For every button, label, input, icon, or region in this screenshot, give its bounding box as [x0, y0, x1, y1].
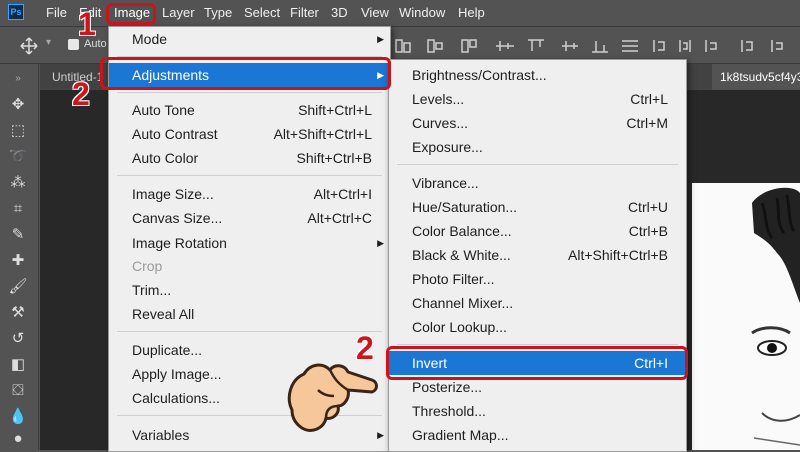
photo-canvas[interactable] [692, 183, 800, 450]
panel-collapse-icon[interactable]: » [8, 70, 28, 88]
menu-3d[interactable]: 3D [331, 5, 348, 20]
menu-item-gradient-map[interactable]: Gradient Map... [389, 423, 686, 447]
brush-tool-icon[interactable]: 🖌 [8, 278, 28, 296]
menu-item-trim[interactable]: Trim... [109, 278, 390, 302]
separator [397, 344, 678, 345]
menu-item-canvas-size[interactable]: Canvas Size... Alt+Ctrl+C [109, 206, 390, 230]
menu-item-curves[interactable]: Curves... Ctrl+M [389, 111, 686, 135]
align-icons[interactable] [392, 37, 800, 55]
menu-item-channel-mixer[interactable]: Channel Mixer... [389, 291, 686, 315]
menu-item-image-size[interactable]: Image Size... Alt+Ctrl+I [109, 182, 390, 206]
magic-wand-icon[interactable]: ⁂ [8, 174, 28, 192]
menu-item-auto-tone[interactable]: Auto Tone Shift+Ctrl+L [109, 98, 390, 122]
menu-item-auto-contrast[interactable]: Auto Contrast Alt+Shift+Ctrl+L [109, 122, 390, 146]
menu-item-color-lookup[interactable]: Color Lookup... [389, 315, 686, 339]
separator [117, 331, 382, 332]
menu-help[interactable]: Help [458, 5, 485, 20]
pointing-hand-icon [287, 363, 378, 432]
menu-file[interactable]: File [46, 5, 67, 20]
menu-item-auto-color[interactable]: Auto Color Shift+Ctrl+B [109, 146, 390, 170]
menu-item-vibrance[interactable]: Vibrance... [389, 171, 686, 195]
separator [117, 92, 382, 93]
menu-item-color-balance[interactable]: Color Balance... Ctrl+B [389, 219, 686, 243]
chevron-down-icon[interactable]: ▾ [46, 37, 51, 48]
eyedropper-icon[interactable]: ✎ [8, 226, 28, 244]
paint-bucket-icon[interactable]: ⛋ [8, 382, 28, 400]
menu-filter[interactable]: Filter [290, 5, 319, 20]
menu-item-mode[interactable]: Mode ▶ [109, 27, 390, 51]
crop-tool-icon[interactable]: ⌗ [8, 200, 28, 218]
step-number-2: 2 [72, 76, 90, 112]
menu-item-exposure[interactable]: Exposure... [389, 135, 686, 159]
move-tool-icon[interactable]: ✥ [8, 96, 28, 114]
portrait-image [751, 187, 800, 446]
menu-item-photo-filter[interactable]: Photo Filter... [389, 267, 686, 291]
tab-photo[interactable]: 1k8tsudv5cf4y3 [712, 64, 800, 90]
healing-brush-icon[interactable]: ✚ [8, 252, 28, 270]
step-number-1: 1 [78, 6, 96, 42]
eraser-tool-icon[interactable]: ◧ [8, 356, 28, 374]
menu-item-threshold[interactable]: Threshold... [389, 399, 686, 423]
separator [397, 164, 678, 165]
menu-item-levels[interactable]: Levels... Ctrl+L [389, 87, 686, 111]
photoshop-logo-icon: Ps [8, 4, 24, 20]
menu-layer[interactable]: Layer [162, 5, 195, 20]
invert-highlight [386, 346, 688, 380]
menu-view[interactable]: View [361, 5, 389, 20]
move-tool-icon[interactable] [20, 37, 38, 55]
menu-item-image-rotation[interactable]: Image Rotation ▶ [109, 231, 390, 255]
submenu-arrow-icon: ▶ [377, 34, 384, 44]
image-menu-highlight [106, 3, 156, 25]
menu-item-black-white[interactable]: Black & White... Alt+Shift+Ctrl+B [389, 243, 686, 267]
adjustments-submenu: Brightness/Contrast... Levels... Ctrl+L … [388, 59, 687, 452]
blur-tool-icon[interactable]: 💧 [8, 408, 28, 426]
marquee-tool-icon[interactable]: ⬚ [8, 122, 28, 140]
menu-item-crop[interactable]: Crop [109, 254, 390, 278]
menu-item-hue-saturation[interactable]: Hue/Saturation... Ctrl+U [389, 195, 686, 219]
clone-stamp-icon[interactable]: ⚒ [8, 304, 28, 322]
menu-type[interactable]: Type [204, 5, 232, 20]
submenu-arrow-icon: ▶ [377, 238, 384, 248]
history-brush-icon[interactable]: ↺ [8, 330, 28, 348]
menu-item-brightness-contrast[interactable]: Brightness/Contrast... [389, 63, 686, 87]
lasso-tool-icon[interactable]: ➰ [8, 148, 28, 166]
menu-item-reveal-all[interactable]: Reveal All [109, 302, 390, 326]
menu-window[interactable]: Window [399, 5, 445, 20]
dodge-tool-icon[interactable]: ● [8, 430, 28, 448]
separator [117, 175, 382, 176]
menu-select[interactable]: Select [244, 5, 280, 20]
adjustments-highlight [100, 57, 391, 90]
tools-panel: » ✥ ⬚ ➰ ⁂ ⌗ ✎ ✚ 🖌 ⚒ ↺ ◧ ⛋ 💧 ● [0, 64, 39, 450]
submenu-arrow-icon: ▶ [377, 430, 384, 440]
